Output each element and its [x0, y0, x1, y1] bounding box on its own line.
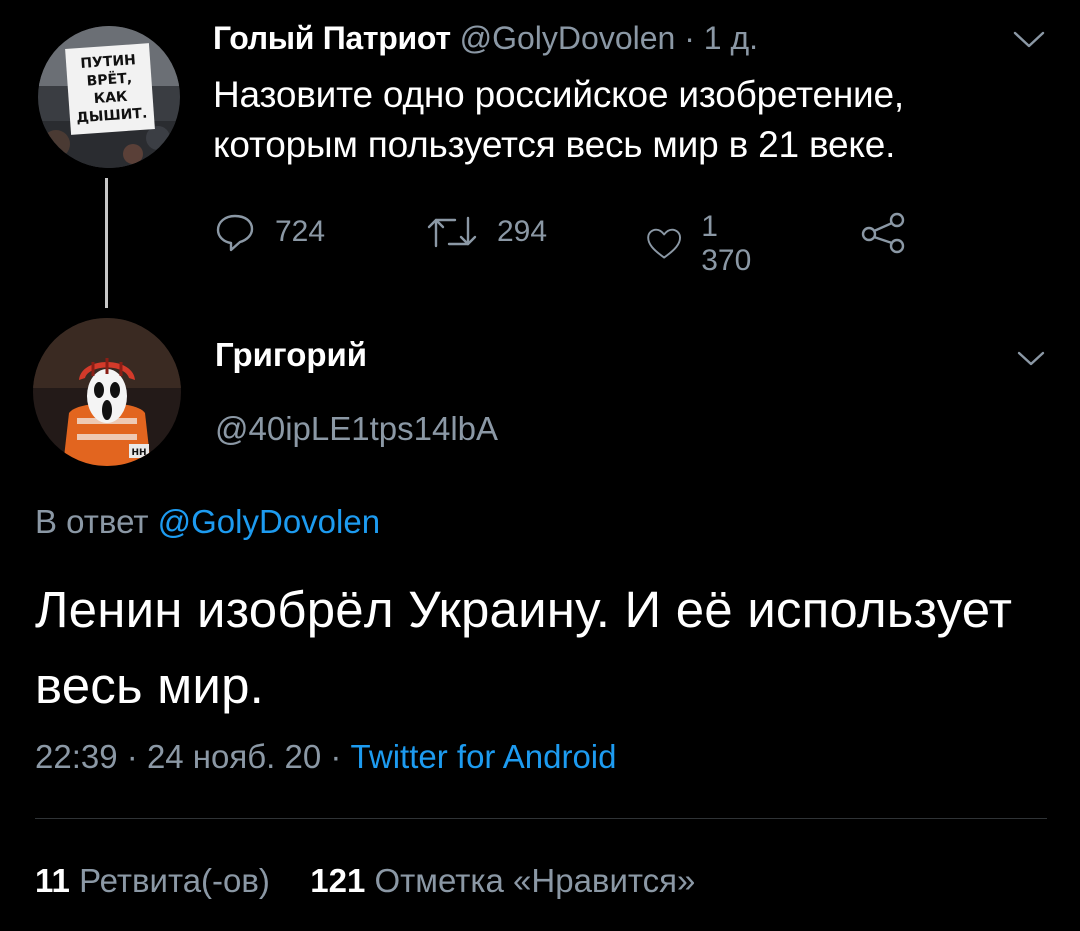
meta-separator-1: · [126, 738, 138, 775]
reply-author-name[interactable]: Григорий [215, 336, 367, 374]
reply-tweet-meta: 22:39 · 24 нояб. 20 · Twitter for Androi… [35, 738, 617, 776]
ghostface-avatar-image: HH [33, 318, 181, 466]
parent-author-handle[interactable]: @GolyDovolen [460, 20, 676, 56]
retweets-stat-count: 11 [35, 862, 70, 899]
reply-bubble-icon [216, 214, 254, 252]
reply-action[interactable]: 724 [213, 210, 325, 254]
tweet-date: 24 нояб. 20 [146, 738, 322, 775]
retweet-count: 294 [497, 215, 548, 248]
parent-author-name[interactable]: Голый Патриот [213, 20, 451, 56]
header-separator: · [684, 20, 695, 56]
share-icon [861, 212, 905, 254]
reply-avatar[interactable]: HH [33, 318, 181, 466]
replying-to-line: В ответ @GolyDovolen [35, 503, 380, 541]
retweet-icon [427, 216, 477, 248]
tweet-client-link[interactable]: Twitter for Android [351, 738, 617, 775]
parent-tweet-menu-chevron-down-icon[interactable] [1012, 30, 1046, 50]
retweet-action[interactable]: 294 [425, 210, 547, 254]
parent-tweet-age: 1 д. [703, 20, 758, 56]
meta-separator-2: · [330, 738, 342, 775]
retweets-stat-label: Ретвита(-ов) [79, 862, 270, 899]
avatar-sign-line-3: КАК [93, 89, 128, 107]
tweet-time: 22:39 [35, 738, 118, 775]
retweets-stat[interactable]: 11 Ретвита(-ов) [35, 862, 279, 899]
likes-stat-label: Отметка «Нравится» [374, 862, 696, 899]
likes-stat[interactable]: 121 Отметка «Нравится» [310, 862, 695, 899]
reply-to-handle-link[interactable]: @GolyDovolen [158, 503, 380, 540]
avatar-badge-text: HH [131, 448, 146, 458]
reply-author-handle[interactable]: @40ipLE1tps14lbA [215, 410, 498, 448]
parent-tweet-text: Назовите одно российское изобретение, ко… [213, 74, 904, 165]
like-action[interactable]: 1 370 [645, 210, 761, 278]
stats-divider [35, 818, 1047, 819]
protest-sign-avatar-image: ПУТИН ВРЁТ, КАК ДЫШИТ. [38, 26, 180, 168]
like-count: 1 370 [701, 210, 752, 277]
share-action[interactable] [859, 210, 909, 254]
heart-icon [647, 228, 682, 259]
avatar-sign-line-2: ВРЁТ, [86, 69, 132, 89]
reply-tweet-menu-chevron-down-icon[interactable] [1016, 350, 1046, 368]
likes-stat-count: 121 [310, 862, 366, 899]
parent-avatar[interactable]: ПУТИН ВРЁТ, КАК ДЫШИТ. [38, 26, 180, 168]
reply-to-prefix: В ответ [35, 503, 149, 540]
reply-count: 724 [275, 215, 326, 248]
thread-connector-line [105, 178, 108, 308]
reply-tweet-text: Ленин изобрёл Украину. И её использует в… [35, 581, 1013, 714]
parent-tweet-header: Голый Патриот @GolyDovolen · 1 д. [213, 20, 758, 57]
reply-tweet-stats: 11 Ретвита(-ов) 121 Отметка «Нравится» [35, 862, 695, 900]
